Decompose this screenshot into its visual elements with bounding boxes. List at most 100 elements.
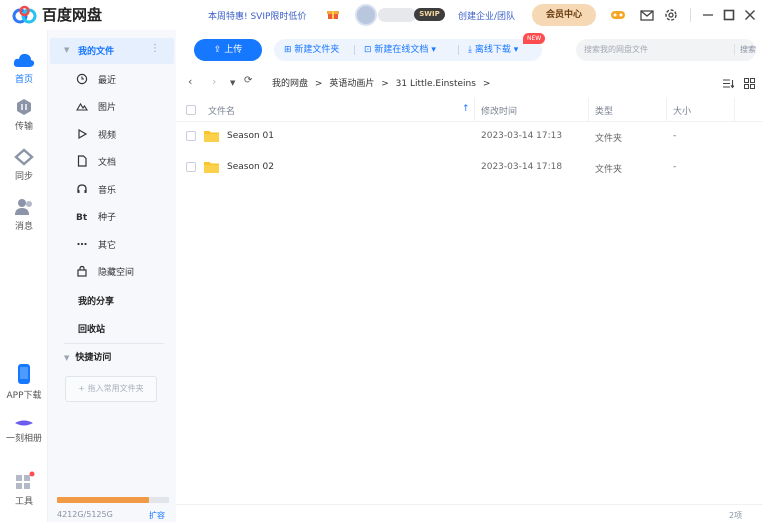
- toolbar-action-group: ⊞ 新建文件夹 ⊡ 新建在线文档 ▾ NEW ⤓ 离线下载 ▾: [274, 33, 546, 61]
- column-header-type[interactable]: 类型: [595, 104, 613, 117]
- rail-item-home[interactable]: 首页: [0, 51, 48, 85]
- column-header-modified[interactable]: 修改时间: [481, 104, 517, 117]
- breadcrumb-bar: ‹ › ▼ ⟳ 我的网盘 > 英语动画片 > 31 Little.Einstei…: [176, 68, 763, 98]
- svg-text:Bt: Bt: [76, 213, 88, 222]
- search-input[interactable]: 搜索我的网盘文件: [584, 44, 648, 55]
- file-name[interactable]: Season 02: [227, 162, 274, 172]
- folder-icon: [204, 131, 219, 142]
- svip-promo-link[interactable]: 本周特惠! SVIP限时低价: [208, 9, 306, 22]
- sidebar-my-share[interactable]: 我的分享: [78, 294, 114, 307]
- sidebar-item-label: 隐藏空间: [98, 268, 135, 278]
- user-avatar[interactable]: [355, 4, 377, 26]
- history-dropdown-icon[interactable]: ▼: [230, 79, 235, 87]
- sidebar-item-label: 其它: [98, 241, 117, 251]
- breadcrumb-separator: >: [381, 79, 389, 89]
- chevron-down-icon: ▾: [431, 45, 436, 55]
- doc-plus-icon: ⊡: [364, 45, 372, 55]
- column-separator: [588, 98, 589, 122]
- game-controller-icon[interactable]: [610, 7, 626, 23]
- breadcrumb-item[interactable]: 英语动画片: [329, 79, 374, 89]
- upload-icon: ⇪: [213, 45, 222, 55]
- sidebar-item-videos[interactable]: 视频: [48, 123, 176, 147]
- storage-quota-text: 4212G/5125G: [57, 510, 113, 519]
- sidebar: ▼ 我的文件 ⋮ 最近 图片 视频 文档 音乐 Bt 种子 其它 隐藏空间 我的…: [48, 30, 176, 522]
- new-online-doc-button[interactable]: ⊡ 新建在线文档 ▾: [364, 39, 436, 61]
- sidebar-item-label: 视频: [98, 131, 117, 141]
- album-icon: [15, 420, 33, 426]
- rail-item-album[interactable]: 一刻相册: [0, 418, 48, 444]
- settings-gear-icon[interactable]: [663, 7, 679, 23]
- sidebar-item-recent[interactable]: 最近: [48, 68, 176, 92]
- chevron-down-icon: ▾: [513, 45, 519, 55]
- sidebar-item-hidden-space[interactable]: 隐藏空间: [48, 260, 176, 284]
- username-pill[interactable]: [378, 8, 416, 22]
- collapse-arrow-icon[interactable]: ▼: [64, 354, 69, 362]
- rail-label-transfer: 传输: [14, 122, 33, 132]
- sidebar-item-others[interactable]: 其它: [48, 233, 176, 257]
- sort-arrow-up-icon[interactable]: ↑: [462, 104, 470, 114]
- close-icon[interactable]: [742, 7, 758, 23]
- refresh-icon[interactable]: ⟳: [244, 75, 252, 86]
- sidebar-item-music[interactable]: 音乐: [48, 178, 176, 202]
- more-dots-icon[interactable]: ⋮: [150, 43, 160, 54]
- toolbar: ⇪ 上传 ⊞ 新建文件夹 ⊡ 新建在线文档 ▾ NEW ⤓ 离线下载 ▾ 搜索我…: [176, 30, 763, 68]
- sidebar-item-torrents[interactable]: Bt 种子: [48, 205, 176, 229]
- search-button[interactable]: 搜索: [734, 44, 756, 55]
- new-folder-label: 新建文件夹: [294, 45, 340, 55]
- back-icon[interactable]: ‹: [188, 75, 192, 88]
- maximize-icon[interactable]: [721, 7, 737, 23]
- more-icon: [77, 242, 87, 246]
- gift-icon[interactable]: [327, 8, 339, 20]
- sidebar-my-files-label: 我的文件: [78, 47, 115, 57]
- sidebar-recycle-bin[interactable]: 回收站: [78, 322, 105, 335]
- storage-quota-bar: [57, 497, 169, 503]
- grid-view-icon[interactable]: [744, 78, 755, 89]
- rail-item-sync[interactable]: 同步: [0, 148, 48, 182]
- rail-item-messages[interactable]: 消息: [0, 198, 48, 232]
- sort-icon[interactable]: [722, 78, 734, 89]
- new-folder-button[interactable]: ⊞ 新建文件夹: [284, 39, 339, 61]
- member-center-button[interactable]: 会员中心: [532, 4, 596, 26]
- expand-storage-link[interactable]: 扩容: [149, 510, 165, 521]
- rail-item-tools[interactable]: 工具: [0, 471, 48, 507]
- sidebar-item-images[interactable]: 图片: [48, 95, 176, 119]
- sidebar-divider: [64, 343, 164, 344]
- toolbar-separator: [354, 45, 355, 55]
- select-all-checkbox[interactable]: [186, 105, 196, 115]
- breadcrumb-item[interactable]: 31 Little.Einsteins: [396, 79, 476, 89]
- left-rail: 首页 传输 同步 消息 APP下载 一刻相册 工具: [0, 30, 48, 522]
- column-header-name[interactable]: 文件名: [208, 104, 235, 117]
- column-header-size[interactable]: 大小: [673, 104, 691, 117]
- table-row[interactable]: Season 02 2023-03-14 17:18 文件夹 -: [176, 153, 763, 183]
- sidebar-item-documents[interactable]: 文档: [48, 150, 176, 174]
- forward-icon[interactable]: ›: [212, 75, 216, 88]
- sidebar-my-files[interactable]: ▼ 我的文件 ⋮: [50, 38, 174, 64]
- sidebar-item-label: 最近: [98, 76, 117, 86]
- row-checkbox[interactable]: [186, 131, 196, 141]
- breadcrumb-item[interactable]: 我的网盘: [272, 79, 308, 89]
- table-row[interactable]: Season 01 2023-03-14 17:13 文件夹 -: [176, 122, 763, 152]
- create-team-link[interactable]: 创建企业/团队: [458, 9, 515, 22]
- video-icon: [78, 128, 88, 140]
- minimize-icon[interactable]: [700, 7, 716, 23]
- item-count: 2项: [729, 511, 743, 520]
- upload-button[interactable]: ⇪ 上传: [194, 39, 262, 61]
- breadcrumb-separator: >: [314, 79, 323, 89]
- svip-badge[interactable]: SWIP: [414, 8, 445, 21]
- status-footer: 2项: [176, 504, 763, 522]
- mail-icon[interactable]: [639, 7, 655, 23]
- row-checkbox[interactable]: [186, 162, 196, 172]
- file-name[interactable]: Season 01: [227, 131, 274, 141]
- offline-download-button[interactable]: ⤓ 离线下载 ▾: [468, 39, 518, 61]
- drag-folder-dropzone[interactable]: + 拖入常用文件夹: [65, 376, 157, 402]
- phone-icon: [18, 364, 30, 384]
- rail-item-transfer[interactable]: 传输: [0, 98, 48, 132]
- collapse-arrow-icon[interactable]: ▼: [64, 46, 69, 54]
- search-box: 搜索我的网盘文件 搜索: [576, 39, 756, 61]
- rail-label-tools: 工具: [14, 497, 33, 507]
- rail-item-app-download[interactable]: APP下载: [0, 363, 48, 401]
- sidebar-quick-access[interactable]: ▼ 快捷访问: [64, 350, 111, 363]
- breadcrumb-separator: >: [482, 79, 491, 89]
- file-size: -: [673, 162, 677, 172]
- file-table-header: 文件名 ↑ 修改时间 类型 大小: [176, 98, 763, 122]
